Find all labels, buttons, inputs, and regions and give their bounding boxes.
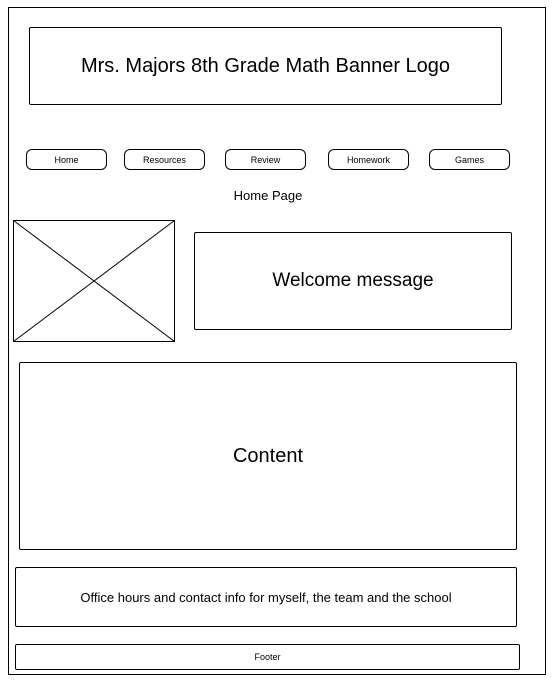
footer: Footer	[15, 644, 520, 670]
footer-label: Footer	[254, 652, 281, 662]
nav-review-label: Review	[250, 154, 281, 165]
banner-title: Mrs. Majors 8th Grade Math Banner Logo	[80, 54, 451, 77]
content-area: Content	[19, 362, 517, 550]
nav-home-label: Home	[54, 154, 79, 165]
office-hours-text: Office hours and contact info for myself…	[80, 589, 452, 605]
nav-games-button[interactable]: Games	[429, 149, 510, 170]
content-label: Content	[232, 444, 304, 467]
nav-resources-label: Resources	[142, 154, 187, 165]
page-title: Home Page	[233, 188, 303, 203]
banner-logo[interactable]: Mrs. Majors 8th Grade Math Banner Logo	[29, 27, 502, 105]
welcome-message-box: Welcome message	[194, 232, 512, 330]
nav-review-button[interactable]: Review	[225, 149, 306, 170]
nav-homework-button[interactable]: Homework	[328, 149, 409, 170]
nav-home-button[interactable]: Home	[26, 149, 107, 170]
welcome-message: Welcome message	[272, 270, 434, 291]
nav-resources-button[interactable]: Resources	[124, 149, 205, 170]
nav-homework-label: Homework	[346, 154, 390, 165]
image-placeholder	[13, 220, 175, 342]
nav-games-label: Games	[454, 154, 484, 165]
office-hours-box: Office hours and contact info for myself…	[15, 567, 517, 627]
